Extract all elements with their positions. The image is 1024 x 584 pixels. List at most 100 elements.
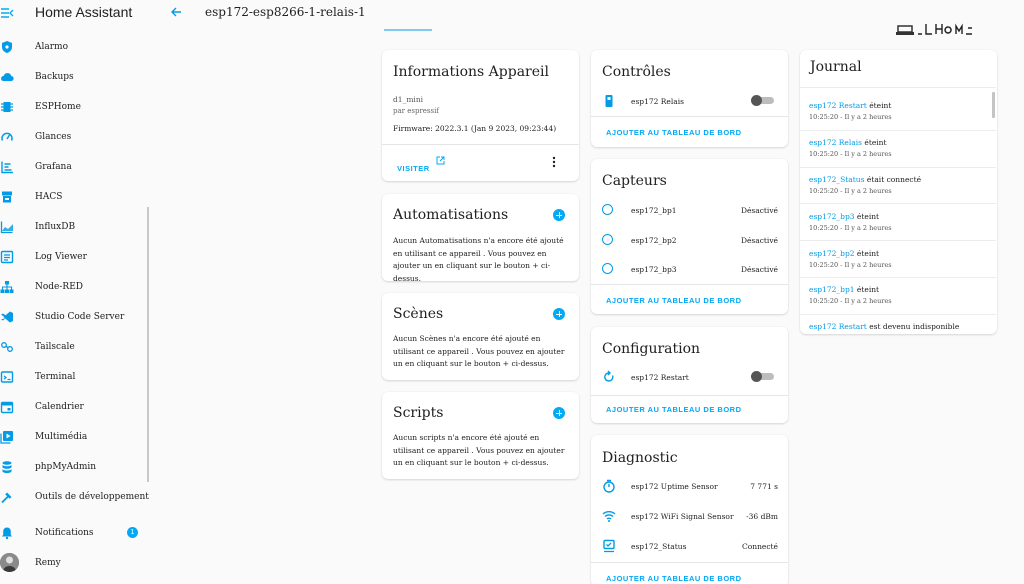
sensors-card: Capteurs esp172_bp1 Désactivé esp172_bp2… <box>591 159 788 314</box>
journal-entity-link[interactable]: esp172 Restart <box>809 322 867 331</box>
add-scene-icon[interactable] <box>553 308 565 320</box>
calendar-icon <box>0 401 14 414</box>
back-arrow-icon[interactable] <box>170 6 182 18</box>
sidebar-item-glances[interactable]: Glances <box>0 123 150 153</box>
sidebar-item-hacs[interactable]: HACS <box>0 183 150 213</box>
journal-scrollbar[interactable] <box>992 92 995 118</box>
scenes-title: Scènes <box>393 306 444 322</box>
sidebar-item-multimedia[interactable]: Multimédia <box>0 423 150 453</box>
config-restart-label: esp172 Restart <box>631 373 689 382</box>
sidebar-item-esphome[interactable]: ESPHome <box>0 93 150 123</box>
sidebar-item-user[interactable]: Remy <box>0 549 150 579</box>
journal-separator <box>800 130 996 131</box>
partial-scrolled-link[interactable] <box>384 26 432 32</box>
journal-entity-link[interactable]: esp172_bp3 <box>809 212 855 221</box>
sidebar-item-alarmo[interactable]: Alarmo <box>0 33 150 63</box>
sidebar-item-label: Studio Code Server <box>35 312 125 322</box>
journal-separator <box>800 203 996 204</box>
chart-icon <box>1 161 13 174</box>
device-info-title: Informations Appareil <box>393 64 549 80</box>
sidebar-item-label: Grafana <box>35 162 72 172</box>
home-logo-fragment-icon <box>896 22 996 36</box>
area-chart-icon <box>0 221 13 234</box>
card-divider <box>591 395 788 396</box>
device-firmware: Firmware: 2022.3.1 (Jan 9 2023, 09:23:44… <box>393 124 557 133</box>
sidebar-item-label: InfluxDB <box>35 222 76 232</box>
journal-time: 10:25:20 - Il y a 2 heures <box>809 187 892 195</box>
sidebar-item-tailscale[interactable]: Tailscale <box>0 333 150 363</box>
journal-title: Journal <box>810 59 862 75</box>
store-icon <box>2 191 12 203</box>
sidebar-item-influxdb[interactable]: InfluxDB <box>0 213 150 243</box>
journal-separator <box>800 314 996 315</box>
sidebar-item-backups[interactable]: Backups <box>0 63 150 93</box>
visit-button[interactable]: VISITER <box>397 156 445 173</box>
user-name: Remy <box>35 558 61 568</box>
controls-card: Contrôles esp172 Relais AJOUTER AU TABLE… <box>591 50 788 147</box>
restart-toggle[interactable] <box>751 371 775 382</box>
journal-time: 10:25:20 - Il y a 2 heures <box>809 261 892 269</box>
scenes-card: Scènes Aucun Scènes n'a encore été ajout… <box>382 293 579 380</box>
menu-icon[interactable] <box>0 6 14 20</box>
tailscale-icon <box>1 342 13 352</box>
sensor-bp1-label: esp172_bp1 <box>631 206 677 215</box>
diag-wifi-value: -36 dBm <box>746 512 778 521</box>
sidebar-item-label: Tailscale <box>35 342 75 352</box>
journal-time: 10:25:20 - Il y a 2 heures <box>809 113 892 121</box>
card-divider <box>591 284 788 285</box>
sidebar-item-dev-tools[interactable]: Outils de développement <box>0 483 150 513</box>
more-vert-icon[interactable] <box>551 156 557 168</box>
circle-outline-icon <box>602 263 613 274</box>
sidebar-item-label: Glances <box>35 132 72 142</box>
journal-entity-link[interactable]: esp172 Restart <box>809 101 867 110</box>
sidebar-item-label: Terminal <box>35 372 76 382</box>
sidebar: Home Assistant Alarmo Backups ESPHome Gl… <box>0 0 162 584</box>
journal-message: éteint <box>856 212 880 221</box>
add-automation-icon[interactable] <box>553 209 565 221</box>
wifi-icon <box>602 511 616 522</box>
diag-status-value: Connecté <box>741 542 778 551</box>
journal-message: éteint <box>869 101 892 110</box>
chip-icon <box>1 102 13 112</box>
device-info-card: Informations Appareil d1_mini par espres… <box>382 50 579 181</box>
journal-entity-link[interactable]: esp172_bp2 <box>809 249 855 258</box>
scenes-empty-text: Aucun Scènes n'a encore été ajouté en ut… <box>393 334 565 368</box>
sidebar-item-studio-code-server[interactable]: Studio Code Server <box>0 303 150 333</box>
sidebar-item-terminal[interactable]: Terminal <box>0 363 150 393</box>
add-to-dashboard-button[interactable]: AJOUTER AU TABLEAU DE BORD <box>606 128 742 137</box>
sidebar-item-calendrier[interactable]: Calendrier <box>0 393 150 423</box>
automations-title: Automatisations <box>393 207 509 223</box>
sidebar-item-log-viewer[interactable]: Log Viewer <box>0 243 150 273</box>
app-title: Home Assistant <box>35 4 133 20</box>
sidebar-scrollbar[interactable] <box>147 207 149 482</box>
add-to-dashboard-button[interactable]: AJOUTER AU TABLEAU DE BORD <box>606 296 742 305</box>
restart-icon <box>604 370 614 382</box>
sidebar-item-node-red[interactable]: Node-RED <box>0 273 150 303</box>
bell-icon <box>2 527 12 540</box>
sensors-title: Capteurs <box>602 173 667 189</box>
play-box-icon <box>0 431 13 444</box>
card-divider <box>591 116 788 117</box>
journal-card: Journal esp172 Restart éteint 10:25:20 -… <box>800 50 997 334</box>
sidebar-item-grafana[interactable]: Grafana <box>0 153 150 183</box>
add-script-icon[interactable] <box>553 407 565 419</box>
journal-entity-link[interactable]: esp172 Relais <box>809 138 862 147</box>
journal-entry: esp172 Restart est devenu indisponible <box>809 322 989 331</box>
diag-uptime-label: esp172 Uptime Sensor <box>631 482 718 491</box>
relais-toggle[interactable] <box>751 95 775 106</box>
automations-empty-text: Aucun Automatisations n'a encore été ajo… <box>393 236 564 283</box>
add-to-dashboard-button[interactable]: AJOUTER AU TABLEAU DE BORD <box>606 405 742 414</box>
sensor-bp3-label: esp172_bp3 <box>631 265 677 274</box>
logo-partial <box>896 22 996 38</box>
console-icon <box>0 371 14 383</box>
journal-entity-link[interactable]: esp172_Status <box>809 175 864 184</box>
diagnostic-title: Diagnostic <box>602 450 678 466</box>
sidebar-item-label: Log Viewer <box>35 252 87 262</box>
sidebar-item-phpmyadmin[interactable]: phpMyAdmin <box>0 453 150 483</box>
sidebar-item-label: ESPHome <box>35 102 81 112</box>
journal-entity-link[interactable]: esp172_bp1 <box>809 285 855 294</box>
add-to-dashboard-button[interactable]: AJOUTER AU TABLEAU DE BORD <box>606 574 742 583</box>
monitor-icon <box>603 539 615 553</box>
vscode-icon <box>1 311 13 323</box>
avatar[interactable] <box>0 553 19 572</box>
